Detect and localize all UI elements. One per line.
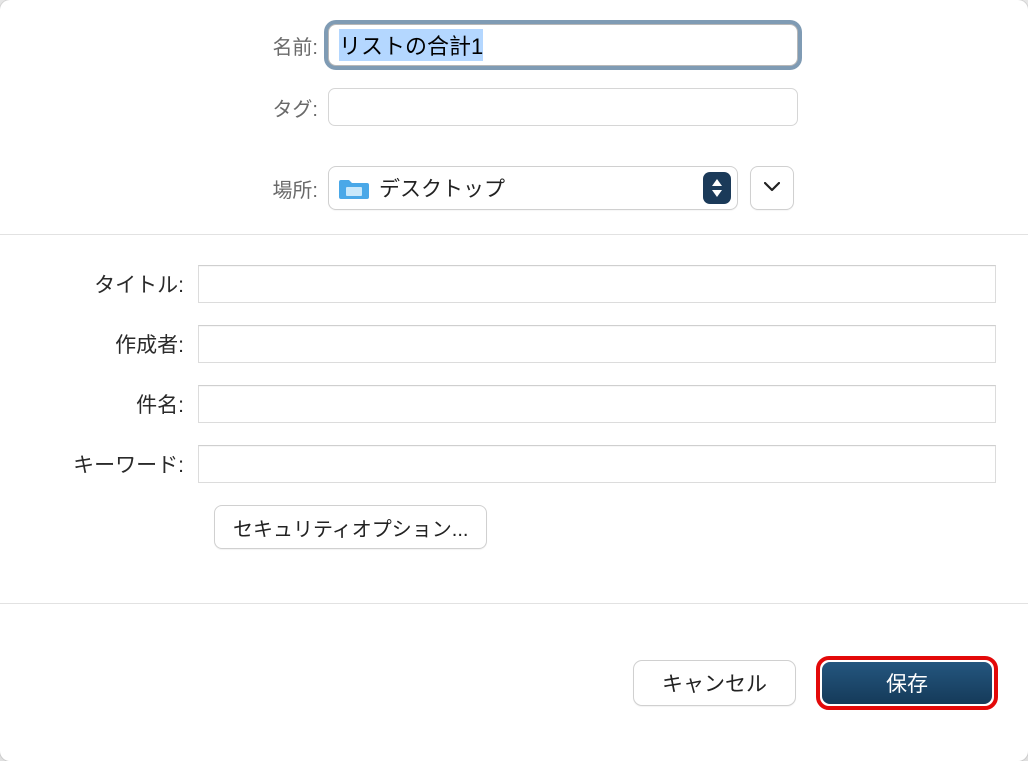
keywords-input[interactable] [198, 445, 996, 483]
dialog-footer: キャンセル 保存 [0, 603, 1028, 761]
author-label: 作成者: [30, 329, 198, 359]
save-button[interactable]: 保存 [822, 662, 992, 704]
location-row: 場所: デスクトップ [30, 166, 998, 210]
top-section: 名前: タグ: 場所: デスクトップ [0, 0, 1028, 234]
name-row: 名前: [30, 24, 998, 66]
keywords-row: キーワード: [30, 445, 998, 483]
chevron-down-icon [764, 179, 780, 197]
tags-input[interactable] [328, 88, 798, 126]
subject-label: 件名: [30, 389, 198, 419]
expand-location-button[interactable] [750, 166, 794, 210]
keywords-label: キーワード: [30, 449, 198, 479]
subject-row: 件名: [30, 385, 998, 423]
author-row: 作成者: [30, 325, 998, 363]
save-highlight: 保存 [816, 656, 998, 710]
up-down-icon [703, 172, 731, 204]
cancel-button[interactable]: キャンセル [633, 660, 796, 706]
save-dialog: 名前: タグ: 場所: デスクトップ [0, 0, 1028, 761]
metadata-section: タイトル: 作成者: 件名: キーワード: セキュリティオプション... [0, 235, 1028, 573]
tags-row: タグ: [30, 88, 998, 126]
location-select[interactable]: デスクトップ [328, 166, 738, 210]
author-input[interactable] [198, 325, 996, 363]
security-row: セキュリティオプション... [30, 505, 998, 549]
location-container: デスクトップ [328, 166, 794, 210]
tags-label: タグ: [30, 93, 328, 122]
subject-input[interactable] [198, 385, 996, 423]
name-label: 名前: [30, 31, 328, 60]
title-row: タイトル: [30, 265, 998, 303]
security-options-button[interactable]: セキュリティオプション... [214, 505, 487, 549]
title-label: タイトル: [30, 269, 198, 299]
location-label: 場所: [30, 174, 328, 203]
name-input[interactable] [328, 24, 798, 66]
location-text: デスクトップ [379, 173, 703, 203]
title-input[interactable] [198, 265, 996, 303]
desktop-folder-icon [339, 176, 369, 200]
